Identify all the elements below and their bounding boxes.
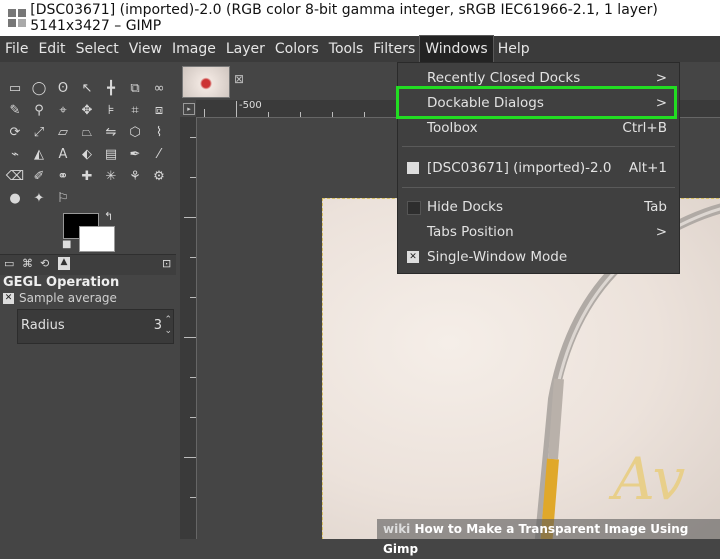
menu-colors[interactable]: Colors: [270, 36, 324, 62]
device-status-tab-icon[interactable]: ⌘: [22, 257, 33, 270]
menu-view[interactable]: View: [124, 36, 167, 62]
chevron-right-icon: >: [655, 224, 667, 240]
menu-filters[interactable]: Filters: [368, 36, 420, 62]
pointer-icon[interactable]: ↖: [75, 78, 99, 100]
radius-spinner[interactable]: Radius 3 ⌃ ⌄: [17, 309, 174, 344]
vertical-ruler[interactable]: [180, 117, 197, 539]
watermark-brand: wiki: [383, 522, 411, 536]
link-icon[interactable]: ∞: [147, 78, 171, 100]
ruler-label: -500: [239, 100, 262, 111]
chevron-right-icon: >: [655, 70, 667, 86]
free-select-icon[interactable]: ʘ: [51, 78, 75, 100]
mypaint-brush-icon[interactable]: ⚐: [51, 188, 75, 210]
shortcut-label: Alt+1: [628, 160, 667, 176]
gradient-icon[interactable]: ▤: [99, 144, 123, 166]
flip-icon[interactable]: ⇋: [99, 122, 123, 144]
menu-help[interactable]: Help: [493, 36, 535, 62]
eraser-icon[interactable]: ⌫: [3, 166, 27, 188]
rect-select-icon[interactable]: ▭: [3, 78, 27, 100]
wikihow-watermark: wiki How to Make a Transparent Image Usi…: [377, 519, 720, 556]
align-icon[interactable]: ⊧: [99, 100, 123, 122]
image-tab-thumbnail[interactable]: [182, 66, 230, 98]
app-icon: [8, 9, 26, 27]
images-tab-icon[interactable]: ▲: [58, 257, 70, 270]
menu-bar: File Edit Select View Image Layer Colors…: [0, 35, 720, 63]
undo-history-tab-icon[interactable]: ⟲: [40, 257, 49, 270]
shortcut-label: Ctrl+B: [622, 120, 667, 136]
dodge-burn-icon[interactable]: ⚙: [147, 166, 171, 188]
warp-icon[interactable]: ⌇: [147, 122, 171, 144]
dock-tab-bar: ▭ ⌘ ⟲ ▲ ⊡: [0, 254, 176, 275]
tool-options-tab-icon[interactable]: ▭: [4, 257, 14, 270]
crop-icon[interactable]: ⌗: [123, 100, 147, 122]
rotate-icon[interactable]: ⟳: [3, 122, 27, 144]
menu-image[interactable]: Image: [167, 36, 221, 62]
menu-item-single-window-mode[interactable]: ✕ Single-Window Mode: [398, 245, 679, 269]
menu-file[interactable]: File: [0, 36, 33, 62]
smudge-icon[interactable]: ⚘: [123, 166, 147, 188]
menu-separator: [402, 146, 675, 147]
measure-icon[interactable]: ⌖: [51, 100, 75, 122]
menu-item-toolbox[interactable]: Toolbox Ctrl+B: [398, 116, 679, 140]
ink-icon[interactable]: ✐: [27, 166, 51, 188]
heal-icon[interactable]: ✚: [75, 166, 99, 188]
blur-icon[interactable]: ✳: [99, 166, 123, 188]
background-color-swatch[interactable]: [79, 226, 115, 252]
highlight-box: [396, 86, 677, 119]
swap-colors-icon[interactable]: ↰: [104, 210, 113, 223]
move-icon[interactable]: ✥: [75, 100, 99, 122]
perspective-icon[interactable]: ⏢: [75, 122, 99, 144]
checked-checkbox-icon: ✕: [407, 251, 419, 263]
menu-tools[interactable]: Tools: [324, 36, 369, 62]
menu-item-tabs-position[interactable]: Tabs Position >: [398, 220, 679, 244]
radius-label: Radius: [21, 318, 65, 333]
menu-edit[interactable]: Edit: [33, 36, 70, 62]
menu-separator: [402, 187, 675, 188]
dock-menu-icon[interactable]: ⊡: [162, 257, 171, 270]
paintbrush-icon[interactable]: ✒: [123, 144, 147, 166]
spin-arrows-icon[interactable]: ⌃ ⌄: [164, 315, 172, 337]
watermark-caption: How to Make a Transparent Image Using Gi…: [383, 522, 689, 556]
menu-item-hide-docks[interactable]: Hide Docks Tab: [398, 195, 679, 219]
image-thumbnail-icon: [407, 162, 419, 174]
ellipse-select-icon[interactable]: ◯: [27, 78, 51, 100]
menu-item-image-window[interactable]: [DSC03671] (imported)-2.0 Alt+1: [398, 156, 679, 180]
text-tool-icon[interactable]: A: [51, 144, 75, 166]
title-bar: [DSC03671] (imported)-2.0 (RGB color 8-b…: [0, 0, 720, 36]
zoom-icon[interactable]: ⚲: [27, 100, 51, 122]
transform-icon[interactable]: ⧉: [123, 78, 147, 100]
menu-select[interactable]: Select: [71, 36, 124, 62]
window-title: [DSC03671] (imported)-2.0 (RGB color 8-b…: [30, 2, 658, 34]
unified-transform-icon[interactable]: ⧈: [147, 100, 171, 122]
canvas-text: Av: [608, 445, 686, 513]
fuzzy-select-icon[interactable]: ✦: [27, 188, 51, 210]
quick-mask-icon[interactable]: ▸: [183, 103, 195, 115]
radius-value[interactable]: 3: [154, 318, 162, 333]
color-picker-icon[interactable]: ⬖: [75, 144, 99, 166]
checkbox-icon: [407, 201, 421, 215]
shortcut-label: Tab: [644, 199, 667, 215]
airbrush-icon[interactable]: ⁄: [147, 144, 171, 166]
sample-average-option[interactable]: ✕ Sample average: [3, 291, 117, 305]
pencil-icon[interactable]: ✎: [3, 100, 27, 122]
tool-options-title: GEGL Operation: [3, 275, 120, 290]
path-icon[interactable]: ⌁: [3, 144, 27, 166]
close-tab-icon[interactable]: ⊠: [234, 72, 244, 86]
sample-average-label: Sample average: [19, 291, 117, 305]
sample-average-checkbox[interactable]: ✕: [3, 292, 14, 304]
menu-layer[interactable]: Layer: [221, 36, 270, 62]
scale-icon[interactable]: ⤢: [27, 122, 51, 144]
cage-icon[interactable]: ⬡: [123, 122, 147, 144]
shear-icon[interactable]: ▱: [51, 122, 75, 144]
crosshair-icon[interactable]: ╋: [99, 78, 123, 100]
toolbox-panel: ▭ ◯ ʘ ↖ ╋ ⧉ ∞ ✎ ⚲ ⌖ ✥ ⊧ ⌗ ⧈ ⟳ ⤢ ▱ ⏢ ⇋ ⬡ …: [0, 62, 176, 539]
clone-icon[interactable]: ⚭: [51, 166, 75, 188]
menu-windows[interactable]: Windows: [419, 35, 494, 63]
bucket-fill-icon[interactable]: ◭: [27, 144, 51, 166]
reset-colors-icon[interactable]: ■: [62, 239, 71, 250]
drop-icon[interactable]: ●: [3, 188, 27, 210]
tool-grid: ▭ ◯ ʘ ↖ ╋ ⧉ ∞ ✎ ⚲ ⌖ ✥ ⊧ ⌗ ⧈ ⟳ ⤢ ▱ ⏢ ⇋ ⬡ …: [3, 78, 173, 210]
